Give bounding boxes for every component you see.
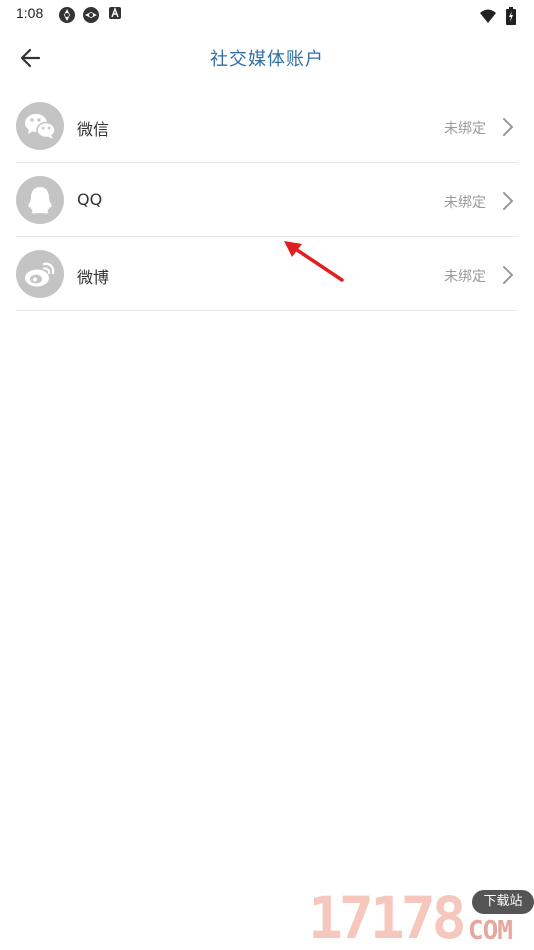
status-time: 1:08	[16, 5, 44, 21]
chevron-right-icon	[503, 192, 513, 210]
keyboard-a-icon	[109, 7, 121, 19]
watermark-number: 17178	[308, 884, 467, 950]
weibo-icon	[25, 262, 55, 287]
chevron-right-icon	[503, 118, 513, 136]
chevron-right-icon	[503, 266, 513, 284]
battery-charging-icon	[506, 6, 516, 25]
watermark-logo: 17178 下载站 COM	[308, 886, 534, 950]
page-title: 社交媒体账户	[210, 49, 324, 70]
account-name: QQ	[77, 190, 103, 209]
wechat-icon	[25, 114, 56, 139]
avatar	[16, 250, 64, 298]
app-header: 社交媒体账户	[0, 30, 534, 86]
binding-status: 未绑定	[444, 121, 486, 137]
binding-status: 未绑定	[444, 269, 486, 285]
status-right	[479, 5, 516, 25]
account-name: 微博	[77, 268, 110, 287]
account-row-wechat[interactable]: 微信 未绑定	[16, 89, 518, 163]
binding-status: 未绑定	[444, 195, 486, 211]
avatar	[16, 102, 64, 150]
status-bar: 1:08	[0, 0, 534, 30]
watermark-badge: 下载站	[472, 890, 534, 914]
account-row-qq[interactable]: QQ 未绑定	[16, 163, 518, 237]
social-account-list: 微信 未绑定 QQ 未绑定 微博 未绑定	[16, 89, 518, 311]
account-row-weibo[interactable]: 微博 未绑定	[16, 237, 518, 311]
avatar	[16, 176, 64, 224]
red-arrow-annotation-icon	[284, 241, 344, 282]
aperture-icon-2	[83, 7, 99, 23]
qq-penguin-icon	[28, 187, 52, 214]
wifi-icon	[479, 9, 496, 23]
account-name: 微信	[77, 120, 110, 139]
watermark-domain: COM	[468, 916, 513, 946]
aperture-icon	[59, 7, 75, 23]
